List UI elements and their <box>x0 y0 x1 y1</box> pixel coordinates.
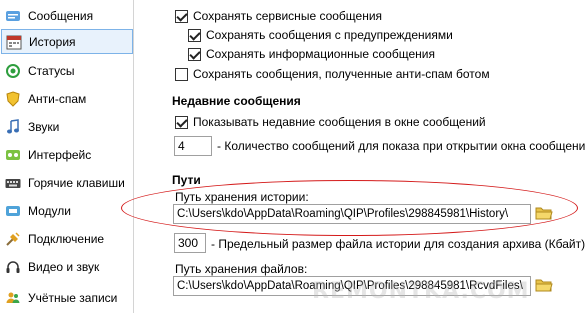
music-note-icon <box>5 118 21 135</box>
sidebar-item-label: Звуки <box>28 119 60 134</box>
sidebar: Сообщения История Статусы Анти-спам Звук… <box>0 0 134 313</box>
max-size-label: - Предельный размер файла истории для со… <box>211 237 586 251</box>
sidebar-item-label: История <box>29 34 76 49</box>
sidebar-item-label: Видео и звук <box>28 259 100 274</box>
files-path-label: Путь хранения файлов: <box>175 262 308 276</box>
recent-count-input[interactable]: 4 <box>174 136 212 156</box>
recent-count-label: - Количество сообщений для показа при от… <box>217 139 586 153</box>
show-recent-option[interactable]: Показывать недавние сообщения в окне соо… <box>175 115 486 129</box>
sidebar-item-sounds[interactable]: Звуки <box>1 114 133 139</box>
sidebar-item-video-audio[interactable]: Видео и звук <box>1 254 133 279</box>
modules-icon <box>5 203 21 219</box>
save-warnings-option[interactable]: Сохранять сообщения с предупреждениями <box>188 28 453 42</box>
save-info-label: Сохранять информационные сообщения <box>206 47 435 61</box>
sidebar-item-label: Модули <box>28 203 71 218</box>
settings-panel: Сохранять сервисные сообщения Сохранять … <box>135 0 586 313</box>
sidebar-item-antispam[interactable]: Анти-спам <box>1 86 133 111</box>
save-info-option[interactable]: Сохранять информационные сообщения <box>188 47 435 61</box>
interface-icon <box>5 147 21 163</box>
keyboard-icon <box>5 175 21 191</box>
max-size-input[interactable]: 300 <box>174 233 206 253</box>
sidebar-item-label: Интерфейс <box>28 147 92 162</box>
save-antispam-label: Сохранять сообщения, полученные анти-спа… <box>193 67 490 81</box>
headset-icon <box>5 259 21 275</box>
sidebar-item-label: Подключение <box>28 231 105 246</box>
shield-icon <box>5 90 21 107</box>
folder-icon <box>535 278 553 295</box>
connection-icon <box>5 231 21 247</box>
history-browse-button[interactable] <box>533 204 555 224</box>
files-path-input[interactable]: C:\Users\kdo\AppData\Roaming\QIP\Profile… <box>173 276 531 296</box>
save-service-option[interactable]: Сохранять сервисные сообщения <box>175 9 382 23</box>
save-antispam-checkbox[interactable] <box>175 67 188 81</box>
messages-icon <box>5 8 21 24</box>
recent-section-title: Недавние сообщения <box>172 94 301 108</box>
save-warnings-label: Сохранять сообщения с предупреждениями <box>206 28 453 42</box>
sidebar-item-label: Горячие клавиши <box>28 175 125 190</box>
sidebar-item-label: Анти-спам <box>28 91 87 106</box>
save-info-checkbox[interactable] <box>188 47 201 61</box>
save-service-checkbox[interactable] <box>175 9 188 23</box>
show-recent-label: Показывать недавние сообщения в окне соо… <box>193 115 486 129</box>
save-warnings-checkbox[interactable] <box>188 28 201 42</box>
sidebar-item-hotkeys[interactable]: Горячие клавиши <box>1 170 133 195</box>
save-service-label: Сохранять сервисные сообщения <box>193 9 383 23</box>
sidebar-item-messages[interactable]: Сообщения <box>1 3 133 28</box>
sidebar-item-label: Статусы <box>28 63 75 78</box>
paths-section-title: Пути <box>172 173 201 187</box>
files-browse-button[interactable] <box>533 276 555 296</box>
history-path-label: Путь хранения истории: <box>175 190 309 204</box>
sidebar-item-label: Сообщения <box>28 8 94 23</box>
sidebar-item-interface[interactable]: Интерфейс <box>1 142 133 167</box>
accounts-icon <box>5 290 21 306</box>
history-path-input[interactable]: C:\Users\kdo\AppData\Roaming\QIP\Profile… <box>173 204 531 224</box>
sidebar-item-history[interactable]: История <box>1 29 133 54</box>
sidebar-item-label: Учётные записи <box>28 290 118 305</box>
folder-icon <box>535 206 553 223</box>
save-antispam-option[interactable]: Сохранять сообщения, полученные анти-спа… <box>175 67 490 81</box>
calendar-icon <box>6 34 22 50</box>
sidebar-item-statuses[interactable]: Статусы <box>1 58 133 83</box>
status-icon <box>5 63 21 79</box>
sidebar-item-accounts[interactable]: Учётные записи <box>1 285 133 310</box>
sidebar-item-modules[interactable]: Модули <box>1 198 133 223</box>
show-recent-checkbox[interactable] <box>175 115 188 129</box>
sidebar-item-connection[interactable]: Подключение <box>1 226 133 251</box>
